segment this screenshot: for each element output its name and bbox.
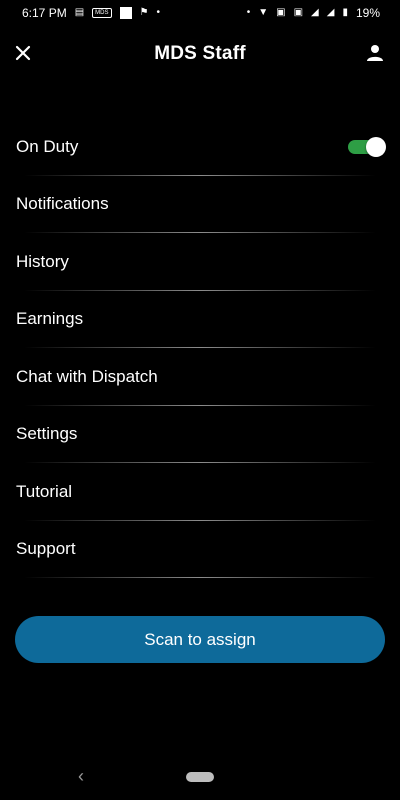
flag-icon: ⚑ — [139, 7, 149, 18]
signal-icon: ◢ — [311, 7, 319, 18]
battery-percent: 19% — [355, 6, 380, 20]
status-time: 6:17 PM — [22, 6, 67, 20]
wifi-icon: ▼ — [258, 7, 269, 18]
toggle-knob — [366, 136, 386, 157]
menu-item-on-duty[interactable]: On Duty — [0, 118, 400, 176]
menu-item-earnings[interactable]: Earnings — [0, 291, 400, 349]
app-header: MDS Staff — [0, 36, 400, 72]
menu-item-label: Chat with Dispatch — [16, 366, 158, 386]
home-pill[interactable] — [186, 772, 214, 782]
menu-item-chat-with-dispatch[interactable]: Chat with Dispatch — [0, 348, 400, 406]
menu-item-label: Support — [16, 539, 76, 559]
app-screen: 6:17 PM ▤ MDS ⚑ • • ▼ ▣ ▣ ◢ ◢ ▮ 19% MDS … — [0, 0, 400, 800]
dot-icon-right: • — [246, 7, 251, 18]
scan-to-assign-button[interactable]: Scan to assign — [15, 616, 385, 663]
menu-item-support[interactable]: Support — [0, 521, 400, 579]
menu-item-tutorial[interactable]: Tutorial — [0, 463, 400, 521]
menu-item-label: Settings — [16, 424, 78, 444]
menu-item-label: History — [16, 251, 69, 271]
menu-item-label: Tutorial — [16, 481, 73, 501]
system-nav-bar: ‹ — [0, 756, 400, 800]
status-left: 6:17 PM ▤ MDS ⚑ • — [22, 6, 160, 20]
volte-icon: ▣ — [276, 7, 286, 18]
status-bar: 6:17 PM ▤ MDS ⚑ • • ▼ ▣ ▣ ◢ ◢ ▮ 19% — [0, 0, 400, 26]
signal-icon-2: ◢ — [326, 7, 335, 18]
menu-item-label: Notifications — [16, 194, 109, 214]
side-menu: On Duty Notifications History Earnings C… — [0, 118, 400, 578]
battery-icon: ▮ — [342, 7, 348, 18]
dot-icon: • — [156, 7, 160, 18]
person-icon — [367, 45, 383, 61]
menu-item-notifications[interactable]: Notifications — [0, 176, 400, 234]
close-icon — [15, 45, 31, 61]
status-right: • ▼ ▣ ▣ ◢ ◢ ▮ 19% — [247, 6, 380, 20]
square-notification-icon — [119, 7, 132, 19]
page-title: MDS Staff — [154, 43, 246, 64]
menu-item-label: On Duty — [16, 136, 79, 156]
on-duty-toggle[interactable] — [348, 136, 386, 157]
profile-button[interactable] — [362, 40, 388, 66]
volte-icon-2: ▣ — [293, 7, 304, 18]
menu-item-history[interactable]: History — [0, 233, 400, 291]
menu-item-label: Earnings — [16, 309, 84, 329]
message-icon: ▤ — [74, 7, 85, 18]
back-chevron-icon[interactable]: ‹ — [78, 766, 84, 787]
close-button[interactable] — [10, 40, 36, 66]
app-notification-icon: MDS — [92, 8, 112, 18]
menu-item-settings[interactable]: Settings — [0, 406, 400, 464]
